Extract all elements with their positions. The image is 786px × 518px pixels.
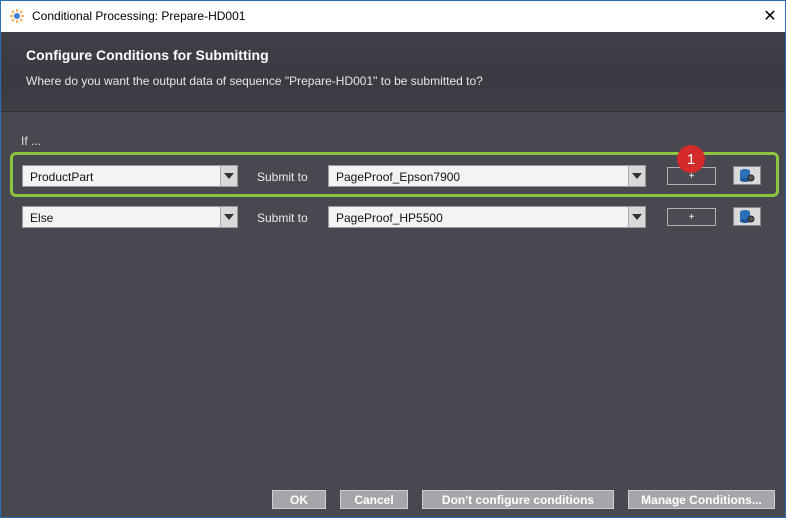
database-gear-icon <box>740 169 755 182</box>
condition-value-2: Else <box>30 211 54 225</box>
chevron-down-icon <box>220 166 237 186</box>
add-condition-button-2[interactable]: + <box>667 208 716 226</box>
plus-icon: + <box>688 211 695 223</box>
conditional-processing-dialog: Conditional Processing: Prepare-HD001 ✕ … <box>0 0 786 518</box>
if-label: If ... <box>21 134 42 148</box>
dont-configure-conditions-button[interactable]: Don't configure conditions <box>422 490 614 509</box>
chevron-down-icon <box>628 166 645 186</box>
target-value-2: PageProof_HP5500 <box>336 211 443 225</box>
submit-to-label-1: Submit to <box>257 170 308 184</box>
database-button-1[interactable] <box>733 166 761 185</box>
title-bar: Conditional Processing: Prepare-HD001 ✕ <box>1 1 785 32</box>
annotation-badge: 1 <box>677 145 705 173</box>
dialog-footer: OK Cancel Don't configure conditions Man… <box>1 483 785 517</box>
ok-button[interactable]: OK <box>272 490 326 509</box>
target-select-2[interactable]: PageProof_HP5500 <box>328 206 646 228</box>
window-title: Conditional Processing: Prepare-HD001 <box>32 9 246 23</box>
condition-select-1[interactable]: ProductPart <box>22 165 238 187</box>
header-subtitle: Where do you want the output data of seq… <box>26 74 483 88</box>
dialog-header: Configure Conditions for Submitting Wher… <box>1 32 785 112</box>
condition-select-2[interactable]: Else <box>22 206 238 228</box>
target-select-1[interactable]: PageProof_Epson7900 <box>328 165 646 187</box>
database-gear-icon <box>740 210 755 223</box>
database-button-2[interactable] <box>733 207 761 226</box>
header-title: Configure Conditions for Submitting <box>26 47 269 63</box>
condition-value-1: ProductPart <box>30 170 94 184</box>
app-icon <box>9 8 25 24</box>
close-button[interactable]: ✕ <box>755 1 785 31</box>
target-value-1: PageProof_Epson7900 <box>336 170 461 184</box>
submit-to-label-2: Submit to <box>257 211 308 225</box>
chevron-down-icon <box>628 207 645 227</box>
close-icon: ✕ <box>763 8 777 25</box>
cancel-button[interactable]: Cancel <box>340 490 408 509</box>
manage-conditions-button[interactable]: Manage Conditions... <box>628 490 775 509</box>
chevron-down-icon <box>220 207 237 227</box>
